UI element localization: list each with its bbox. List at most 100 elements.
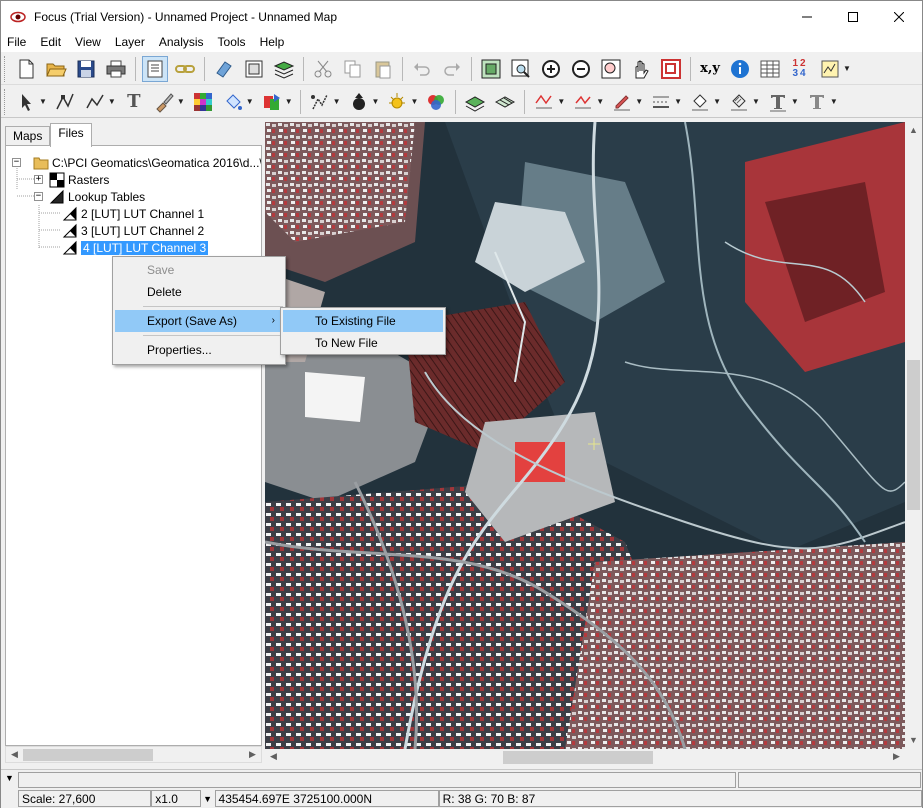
chevron-down-icon[interactable]: ▼ [372, 97, 380, 106]
fill-pattern-button[interactable] [726, 89, 752, 115]
text-button[interactable]: T [121, 89, 147, 115]
chevron-down-icon[interactable]: ▼ [557, 97, 565, 106]
scroll-right-icon[interactable]: ▶ [244, 747, 261, 762]
zoom-selection-button[interactable] [598, 56, 624, 82]
menu-item-export[interactable]: Export (Save As) › [115, 310, 283, 332]
files-view-button[interactable] [142, 55, 168, 82]
vector-edit-button[interactable] [307, 89, 333, 115]
palette-button[interactable] [190, 89, 216, 115]
line-width-button[interactable] [648, 89, 674, 115]
zoom-out-button[interactable] [568, 56, 594, 82]
numbering-button[interactable]: 12 34 [787, 56, 813, 82]
tab-files[interactable]: Files [50, 123, 92, 147]
chevron-down-icon[interactable]: ▼ [285, 97, 293, 106]
chevron-down-icon[interactable]: ▼ [39, 97, 47, 106]
menu-tools[interactable]: Tools [211, 32, 253, 52]
print-button[interactable] [103, 56, 129, 82]
map-vertical-scrollbar[interactable]: ▲ ▼ [905, 122, 922, 749]
font-button[interactable] [765, 89, 791, 115]
copy-button[interactable] [340, 56, 366, 82]
chevron-down-icon[interactable]: ▼ [596, 97, 604, 106]
menu-item-properties[interactable]: Properties... [115, 339, 283, 361]
open-button[interactable] [43, 56, 69, 82]
paint-button[interactable] [151, 89, 177, 115]
chevron-down-icon[interactable]: ▼ [333, 97, 341, 106]
maximize-button[interactable] [830, 1, 876, 32]
tab-maps[interactable]: Maps [5, 126, 51, 146]
chevron-down-icon[interactable]: ▼ [201, 790, 215, 808]
table-button[interactable] [757, 56, 783, 82]
scroll-thumb[interactable] [907, 360, 920, 510]
map-view[interactable] [265, 122, 905, 749]
eraser-button[interactable] [211, 56, 237, 82]
menu-help[interactable]: Help [253, 32, 292, 52]
redo-button[interactable] [439, 56, 465, 82]
line-style-button[interactable] [531, 89, 557, 115]
menu-analysis[interactable]: Analysis [152, 32, 211, 52]
edit-vertices-button[interactable] [52, 89, 78, 115]
menu-view[interactable]: View [68, 32, 108, 52]
minimize-button[interactable] [784, 1, 830, 32]
tree-item-lut-1[interactable]: 2 [LUT] LUT Channel 1 [62, 205, 204, 222]
line-color-button[interactable] [570, 89, 596, 115]
tree-item-lut-2[interactable]: 3 [LUT] LUT Channel 2 [62, 222, 204, 239]
overview-button[interactable] [658, 56, 684, 82]
paste-button[interactable] [370, 56, 396, 82]
select-button[interactable] [13, 89, 39, 115]
close-button[interactable] [876, 1, 922, 32]
layers-button[interactable] [271, 56, 297, 82]
font-style-button[interactable] [804, 89, 830, 115]
scroll-right-icon[interactable]: ▶ [888, 749, 905, 764]
chevron-down-icon[interactable]: ▼ [843, 64, 851, 73]
new-button[interactable] [13, 56, 39, 82]
menu-layer[interactable]: Layer [108, 32, 152, 52]
chevron-down-icon[interactable]: ▼ [410, 97, 418, 106]
rgb-button[interactable] [423, 89, 449, 115]
info-button[interactable] [727, 56, 753, 82]
fill-button[interactable] [220, 89, 246, 115]
chevron-down-icon[interactable]: ▼ [108, 97, 116, 106]
zoom-extents-button[interactable] [478, 56, 504, 82]
scroll-up-icon[interactable]: ▲ [905, 122, 922, 137]
scroll-thumb[interactable] [503, 751, 653, 764]
rotate-button[interactable] [346, 89, 372, 115]
save-button[interactable] [73, 56, 99, 82]
collapse-icon[interactable]: − [12, 158, 21, 167]
zoom-in-button[interactable] [538, 56, 564, 82]
fill-color-button[interactable] [687, 89, 713, 115]
expand-icon[interactable]: + [34, 175, 43, 184]
chevron-down-icon[interactable]: ▼ [674, 97, 682, 106]
scroll-down-icon[interactable]: ▼ [905, 732, 922, 747]
scroll-thumb[interactable] [23, 749, 153, 761]
chevron-down-icon[interactable]: ▼ [791, 97, 799, 106]
chevron-down-icon[interactable]: ▼ [752, 97, 760, 106]
frame-button[interactable] [241, 56, 267, 82]
enhance-button[interactable] [384, 89, 410, 115]
pan-button[interactable] [628, 56, 654, 82]
layer-vector-button[interactable] [492, 89, 518, 115]
menu-item-save[interactable]: Save [115, 259, 283, 281]
tree-item-lookup-tables[interactable]: − Lookup Tables [34, 188, 145, 205]
scroll-left-icon[interactable]: ◀ [6, 747, 23, 762]
toolbar-grip[interactable] [4, 88, 8, 115]
menu-file[interactable]: File [1, 32, 33, 52]
symbol-button[interactable] [259, 89, 285, 115]
link-button[interactable] [172, 56, 198, 82]
legend-button[interactable] [817, 56, 843, 82]
cut-button[interactable] [310, 56, 336, 82]
tree-item-lut-3[interactable]: 4 [LUT] LUT Channel 3 [62, 239, 209, 256]
coordinates-button[interactable]: x,y [697, 56, 723, 82]
menu-item-delete[interactable]: Delete [115, 281, 283, 303]
tree-item-rasters[interactable]: + Rasters [34, 171, 109, 188]
tree-horizontal-scrollbar[interactable]: ◀ ▶ [5, 746, 262, 763]
tree-root[interactable]: − C:\PCI Geomatics\Geomatica 2016\d...\a… [12, 154, 261, 171]
scroll-left-icon[interactable]: ◀ [265, 749, 282, 764]
chevron-down-icon[interactable]: ▼ [830, 97, 838, 106]
chevron-down-icon[interactable]: ▼ [635, 97, 643, 106]
menu-item-to-existing-file[interactable]: To Existing File [283, 310, 443, 332]
menu-item-to-new-file[interactable]: To New File [283, 332, 443, 354]
toolbar-grip[interactable] [4, 55, 8, 82]
chevron-down-icon[interactable]: ▼ [177, 97, 185, 106]
chevron-down-icon[interactable]: ▼ [5, 773, 14, 783]
layer-raster-button[interactable] [462, 89, 488, 115]
